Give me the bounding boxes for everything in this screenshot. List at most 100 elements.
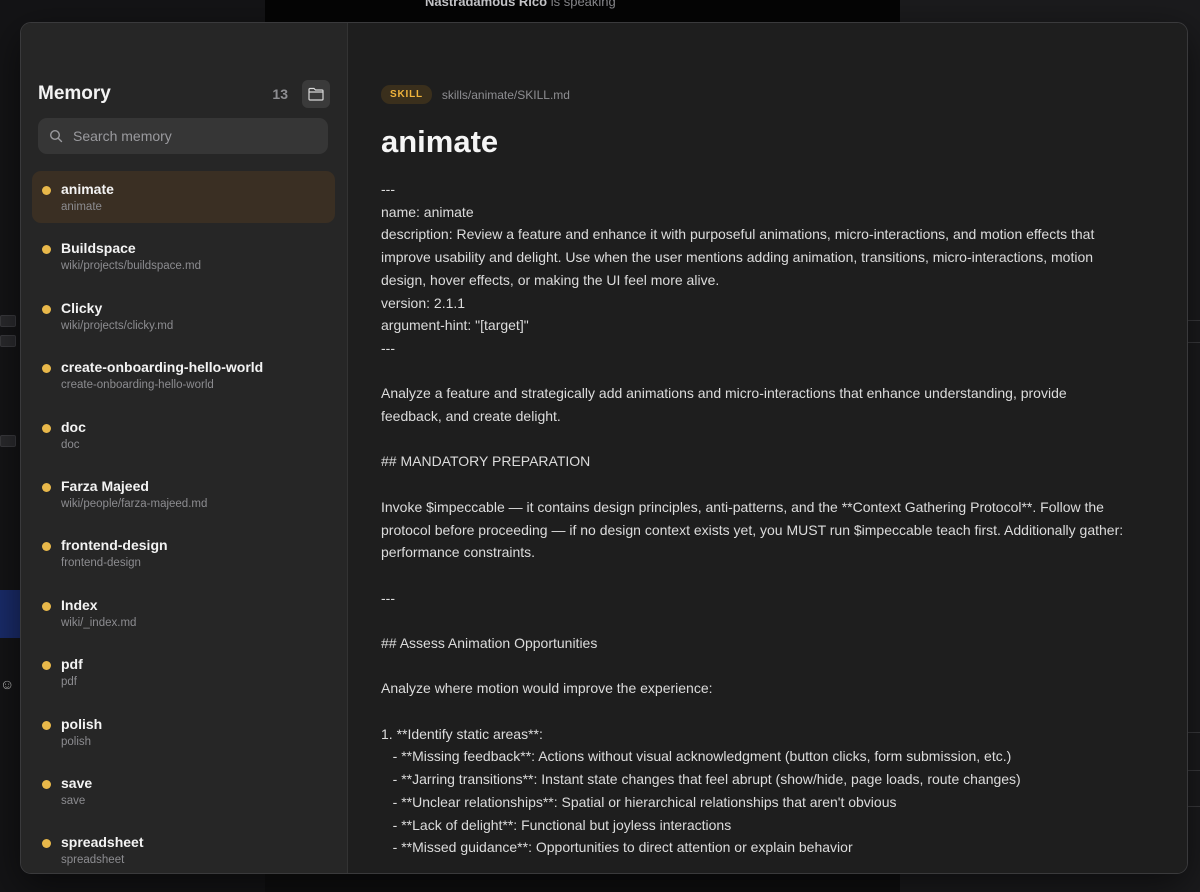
sidebar-header: Memory 13 — [38, 78, 330, 110]
status-dot-icon — [42, 364, 51, 374]
memory-item-name: doc — [61, 418, 86, 435]
memory-item-name: animate — [61, 181, 114, 197]
speaking-indicator: Nastradamous Rico is speaking — [425, 0, 616, 9]
document-title: animate — [381, 124, 499, 159]
memory-item[interactable]: polish polish — [32, 706, 335, 758]
status-dot-icon — [42, 245, 51, 255]
document-line: description: Review a feature and enhanc… — [381, 226, 1095, 243]
memory-item-name: polish — [61, 715, 103, 732]
document-line: argument-hint: "[target]" — [381, 317, 529, 334]
search-icon — [49, 129, 63, 143]
document-line: feedback, and create delight. — [381, 408, 561, 425]
document-line: Analyze a feature and strategically add … — [381, 385, 1067, 402]
document-line: - **Missed guidance**: Opportunities to … — [381, 839, 853, 856]
document-line: design, hover effects, or making the UI … — [381, 271, 720, 288]
document-line: protocol before proceeding — if no desig… — [381, 521, 1124, 538]
status-dot-icon — [42, 542, 51, 552]
document-line: performance constraints. — [381, 544, 536, 561]
memory-item-path: polish — [61, 735, 92, 748]
memory-item-name: Index — [61, 596, 98, 613]
document-line: - **Lack of delight**: Functional but jo… — [381, 816, 732, 833]
memory-item-path: wiki/projects/buildspace.md — [61, 260, 201, 273]
memory-item-name: Buildspace — [61, 240, 136, 257]
document-line: name: animate — [381, 203, 474, 220]
memory-item[interactable]: spreadsheet spreadsheet — [32, 824, 335, 873]
status-dot-icon — [42, 423, 51, 433]
document-line: 1. **Identify static areas**: — [381, 725, 543, 742]
memory-item-path: create-onboarding-hello-world — [61, 379, 214, 392]
background-chip — [0, 435, 16, 447]
memory-count: 13 — [272, 86, 288, 102]
memory-item-path: pdf — [61, 676, 77, 689]
memory-item-path: spreadsheet — [61, 854, 125, 867]
background-smiley-icon: ☺ — [0, 676, 15, 692]
memory-item-name: frontend-design — [61, 537, 168, 554]
open-folder-button[interactable] — [302, 80, 330, 108]
document-line: improve usability and delight. Use when … — [381, 249, 1094, 266]
document-meta: SKILL skills/animate/SKILL.md — [381, 85, 570, 104]
status-dot-icon — [42, 661, 51, 671]
memory-window: Memory 13 animate animate Buildspace wiki/p… — [20, 22, 1188, 874]
memory-item-name: Farza Majeed — [61, 477, 149, 494]
folder-icon — [308, 87, 324, 101]
memory-item[interactable]: save save — [32, 765, 335, 817]
search-input[interactable] — [71, 127, 305, 145]
memory-item-path: frontend-design — [61, 557, 141, 570]
document-line: - **Jarring transitions**: Instant state… — [381, 771, 1021, 788]
memory-item[interactable]: create-onboarding-hello-world create-onbo… — [32, 349, 335, 401]
memory-item-name: create-onboarding-hello-world — [61, 359, 264, 376]
speaker-status: is speaking — [550, 0, 616, 9]
search-box[interactable] — [38, 118, 328, 154]
document-line: Analyze where motion would improve the e… — [381, 680, 713, 697]
document-line: - **Missing feedback**: Actions without … — [381, 748, 1012, 765]
document-line: - **Unclear relationships**: Spatial or … — [381, 793, 897, 810]
document-line: Invoke $impeccable — it contains design … — [381, 498, 1104, 515]
document-line: version: 2.1.1 — [381, 294, 466, 311]
status-dot-icon — [42, 304, 51, 314]
memory-item[interactable]: Farza Majeed wiki/people/farza-majeed.md — [32, 468, 335, 520]
document-line: --- — [381, 339, 395, 356]
memory-item[interactable]: Buildspace wiki/projects/buildspace.md — [32, 230, 335, 282]
memory-item[interactable]: doc doc — [32, 409, 335, 461]
status-dot-icon — [42, 839, 51, 849]
document-line: ## MANDATORY PREPARATION — [381, 453, 591, 470]
memory-item[interactable]: frontend-design frontend-design — [32, 527, 335, 579]
document-line: --- — [381, 589, 395, 606]
memory-item[interactable]: pdf pdf — [32, 646, 335, 698]
status-dot-icon — [42, 779, 51, 789]
memory-item-path: doc — [61, 438, 80, 451]
background-thumbnail — [0, 590, 20, 638]
status-dot-icon — [42, 601, 51, 611]
document-line: ## Assess Animation Opportunities — [381, 634, 598, 651]
speaker-name: Nastradamous Rico — [425, 0, 548, 9]
status-dot-icon — [42, 720, 51, 730]
document-path: skills/animate/SKILL.md — [441, 87, 570, 102]
background-chip — [0, 315, 16, 327]
memory-item-path: wiki/_index.md — [61, 616, 137, 629]
memory-item-path: wiki/people/farza-majeed.md — [61, 497, 208, 510]
status-dot-icon — [42, 482, 51, 492]
document-line: --- — [381, 181, 395, 197]
memory-item[interactable]: Clicky wiki/projects/clicky.md — [32, 290, 335, 342]
status-dot-icon — [42, 186, 51, 195]
memory-item[interactable]: animate animate — [32, 171, 335, 223]
document-view: SKILL skills/animate/SKILL.md animate --… — [348, 23, 1187, 873]
memory-item-path: animate — [61, 201, 102, 213]
document-body: --- name: animate description: Review a fe… — [381, 178, 1166, 859]
memory-item-path: wiki/projects/clicky.md — [61, 319, 174, 332]
sidebar-title: Memory — [38, 83, 111, 104]
memory-item-path: save — [61, 794, 86, 807]
memory-item[interactable]: Index wiki/_index.md — [32, 587, 335, 639]
memory-list: animate animate Buildspace wiki/projects/bu… — [32, 171, 335, 873]
sidebar: Memory 13 animate animate Buildspace wiki/p… — [21, 23, 348, 873]
skill-badge: SKILL — [381, 85, 432, 104]
memory-item-name: Clicky — [61, 299, 103, 316]
memory-item-name: spreadsheet — [61, 834, 144, 851]
